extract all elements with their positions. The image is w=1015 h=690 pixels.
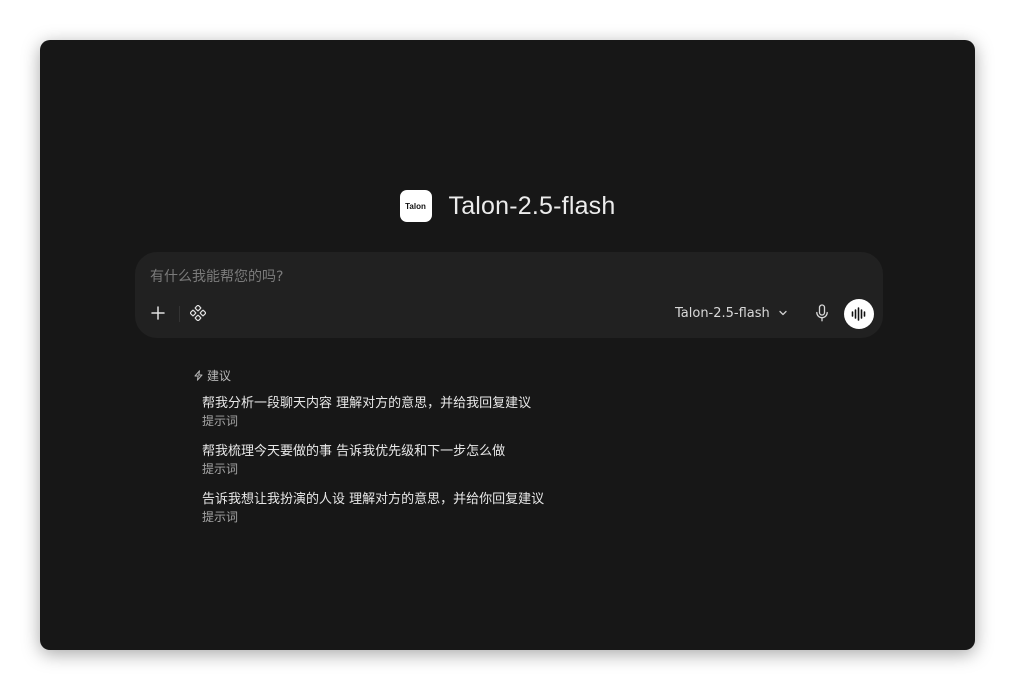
plus-icon <box>151 306 165 320</box>
toolbar-divider <box>179 306 180 322</box>
chat-composer: Talon-2.5-flash <box>135 252 883 338</box>
suggestion-type: 提示词 <box>202 510 239 524</box>
suggestion-type: 提示词 <box>202 462 239 476</box>
suggestions-header-label: 建议 <box>207 369 232 383</box>
tools-icon <box>190 305 206 321</box>
app-window: Talon Talon-2.5-flash Talon-2.5-flash <box>40 40 975 650</box>
suggestion-text: 帮我分析一段聊天内容 理解对方的意思，并给我回复建议 <box>202 396 532 411</box>
microphone-icon <box>816 304 828 322</box>
suggestion-item[interactable]: 告诉我想让我扮演的人设 理解对方的意思，并给你回复建议 提示词 <box>202 491 762 539</box>
talon-logo: Talon <box>399 190 432 222</box>
suggestion-item[interactable]: 帮我梳理今天要做的事 告诉我优先级和下一步怎么做 提示词 <box>202 443 762 491</box>
chevron-down-icon <box>779 310 787 316</box>
suggestion-text: 帮我梳理今天要做的事 告诉我优先级和下一步怎么做 <box>202 444 506 459</box>
suggestion-type: 提示词 <box>202 414 239 428</box>
model-header: Talon Talon-2.5-flash <box>40 190 975 222</box>
suggestion-item[interactable]: 帮我分析一段聊天内容 理解对方的意思，并给我回复建议 提示词 <box>202 395 762 443</box>
chat-input[interactable] <box>150 266 850 288</box>
logo-text: Talon <box>405 201 426 211</box>
lightning-icon <box>194 370 203 381</box>
voice-wave-icon <box>851 307 866 321</box>
suggestions-header: 建议 <box>193 367 231 384</box>
suggestion-text: 告诉我想让我扮演的人设 理解对方的意思，并给你回复建议 <box>202 492 545 507</box>
model-selector-label: Talon-2.5-flash <box>675 305 770 321</box>
voice-mode-button[interactable] <box>844 299 874 329</box>
microphone-button[interactable] <box>811 302 833 324</box>
suggestions-list: 帮我分析一段聊天内容 理解对方的意思，并给我回复建议 提示词 帮我梳理今天要做的… <box>202 395 762 539</box>
model-selector[interactable]: Talon-2.5-flash <box>675 303 788 323</box>
tools-button[interactable] <box>187 302 209 324</box>
add-button[interactable] <box>147 302 169 324</box>
page-title: Talon-2.5-flash <box>448 191 616 220</box>
